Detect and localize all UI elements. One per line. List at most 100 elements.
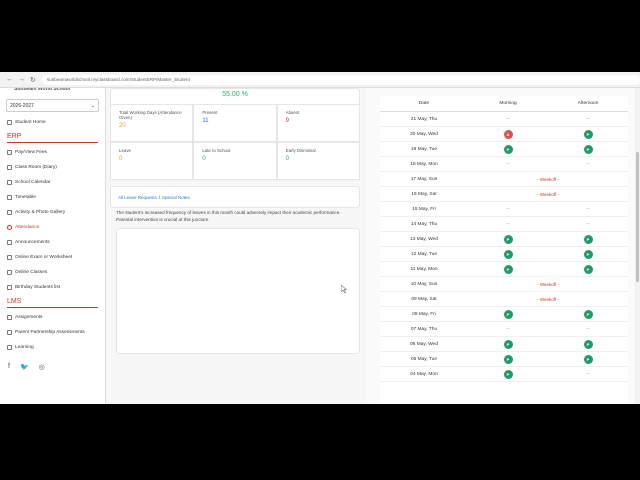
cell-morning: -- [468, 222, 548, 227]
cell-morning: A [468, 129, 548, 139]
table-row: 14 May, Thu -- -- [380, 217, 628, 232]
present-badge: P [503, 264, 513, 274]
cell-afternoon: P [548, 309, 628, 319]
no-record: -- [506, 221, 510, 227]
facebook-icon[interactable]: f [8, 363, 10, 371]
stat-late-to-school: Late to School 0 [193, 142, 277, 180]
attendance-table: Date Morning Afternoon 21 May, Thu -- -- 20… [380, 96, 628, 404]
video-icon [7, 270, 12, 275]
stat-value: 0 [285, 156, 289, 162]
table-row: 10 May, Sun - Weekoff - [380, 277, 628, 292]
instagram-icon[interactable]: ◎ [39, 363, 45, 371]
back-icon[interactable]: ← [6, 76, 13, 84]
sidebar-item-label: Attendance [15, 225, 40, 230]
table-row: 09 May, Sat - Weekoff - [380, 292, 628, 307]
sidebar-item-assignments[interactable]: Assignments [0, 310, 105, 325]
exam-icon [7, 255, 12, 260]
sidebar-item-online-classes[interactable]: Online Classes [0, 265, 105, 280]
sidebar-item-class-room-diary[interactable]: Class Room (Diary) [0, 160, 105, 175]
calendar-icon [7, 180, 12, 185]
sidebar-item-school-calendar[interactable]: School Calendar [0, 175, 105, 190]
sidebar-item-online-exam-or-worksheet[interactable]: Online Exam or Worksheet [0, 250, 105, 265]
row-date: 09 May, Sat [411, 296, 437, 302]
stat-label: Leave [119, 148, 131, 153]
table-row: 20 May, Wed A P [380, 127, 628, 142]
table-row: 06 May, Wed P P [380, 337, 628, 352]
cell-afternoon: -- [548, 162, 628, 167]
academic-year-value: 2026-2027 [10, 102, 34, 109]
row-date: 15 May, Fri [412, 206, 436, 212]
cell-morning: -- [468, 162, 548, 167]
sidebar-item-label: Birthday Students list [15, 285, 61, 290]
checkbox-icon [7, 150, 12, 155]
row-date: 19 May, Tue [410, 146, 438, 152]
stat-value: 0 [202, 156, 206, 162]
cell-afternoon: -- [548, 372, 628, 377]
no-record: -- [586, 206, 590, 212]
stat-value: 9 [285, 118, 289, 124]
leave-links: All Leave Requests / Special Notes [114, 190, 360, 204]
present-badge: P [583, 234, 593, 244]
row-date: 21 May, Thu [410, 116, 438, 122]
sidebar-item-announcements[interactable]: Announcements [0, 235, 105, 250]
present-badge: P [503, 309, 513, 319]
gallery-icon [7, 210, 12, 215]
present-badge: P [583, 339, 593, 349]
cell-morning: P [468, 309, 548, 319]
weekoff-label: - Weekoff - [537, 281, 559, 287]
row-date: 04 May, Mon [410, 371, 438, 377]
social-links: f 🐦 ◎ [0, 355, 105, 379]
reload-icon[interactable]: ↻ [30, 76, 36, 84]
section-heading-erp: ERP [7, 133, 22, 140]
stat-value: 11 [202, 118, 209, 124]
sidebar-item-timetable[interactable]: Timetable [0, 190, 105, 205]
present-badge: P [583, 129, 593, 139]
sidebar-item-birthday-students-list[interactable]: Birthday Students list [0, 280, 105, 295]
stat-label: Early Dismissal [285, 148, 316, 153]
present-badge: P [583, 264, 593, 274]
mouse-cursor-icon [341, 285, 347, 293]
sidebar-item-pay-view-fees[interactable]: Pay/View Fees [0, 145, 105, 160]
all-leave-requests-link[interactable]: All Leave Requests [118, 195, 157, 200]
special-notes-link[interactable]: Special Notes [162, 195, 190, 200]
sidebar-item-activity-photo-gallery[interactable]: Activity & Photo Gallery [0, 205, 105, 220]
stat-early-dismissal: Early Dismissal 0 [276, 142, 360, 180]
absent-badge: A [503, 129, 513, 139]
table-body: 21 May, Thu -- -- 20 May, Wed A P 19 May, Tue P… [380, 112, 628, 382]
cell-morning: -- [468, 117, 548, 122]
timetable-icon [7, 195, 12, 200]
sidebar-item-student-home[interactable]: Student Home [0, 115, 105, 130]
cell-morning: P [468, 339, 548, 349]
table-row: 11 May, Mon P P [380, 262, 628, 277]
no-record: -- [506, 116, 510, 122]
forward-icon[interactable]: → [18, 76, 25, 84]
no-record: -- [586, 161, 590, 167]
scrollbar-thumb[interactable] [636, 152, 639, 282]
twitter-icon[interactable]: 🐦 [20, 363, 29, 371]
cell-morning: P [468, 249, 548, 259]
table-row: 05 May, Tue P P [380, 352, 628, 367]
section-heading-lms: LMS [7, 298, 22, 305]
academic-year-select[interactable]: 2026-2027 ⌄ [6, 99, 99, 112]
present-badge: P [503, 144, 513, 154]
no-record: -- [506, 326, 510, 332]
book-icon [7, 165, 12, 170]
sidebar-item-parent-partnership-assessments[interactable]: Parent Partnership Assessments [0, 325, 105, 340]
sidebar-item-label: Assignments [15, 315, 43, 320]
cell-afternoon: P [548, 249, 628, 259]
cell-afternoon: P [548, 144, 628, 154]
table-row: 18 May, Mon -- -- [380, 157, 628, 172]
daily-attendance-panel: Date Morning Afternoon 21 May, Thu -- -- 20… [366, 88, 640, 404]
table-row: 19 May, Tue P P [380, 142, 628, 157]
sidebar-item-attendance[interactable]: Attendance [0, 220, 105, 235]
erp-menu: Pay/View Fees Class Room (Diary) School Ca… [0, 145, 105, 295]
megaphone-icon [7, 240, 12, 245]
sidebar-item-learning[interactable]: Learning [0, 340, 105, 355]
link-separator: / [158, 194, 161, 200]
table-row: 04 May, Mon P -- [380, 367, 628, 382]
address-bar[interactable]: sunbeamworldschool.myclassboard.com/Stud… [41, 74, 640, 85]
section-divider [7, 307, 98, 308]
stat-total-working-days: Total Working Days (Attendance Given) 20 [110, 104, 194, 142]
sidebar-item-label: Announcements [15, 240, 50, 245]
cell-morning: P [468, 354, 548, 364]
